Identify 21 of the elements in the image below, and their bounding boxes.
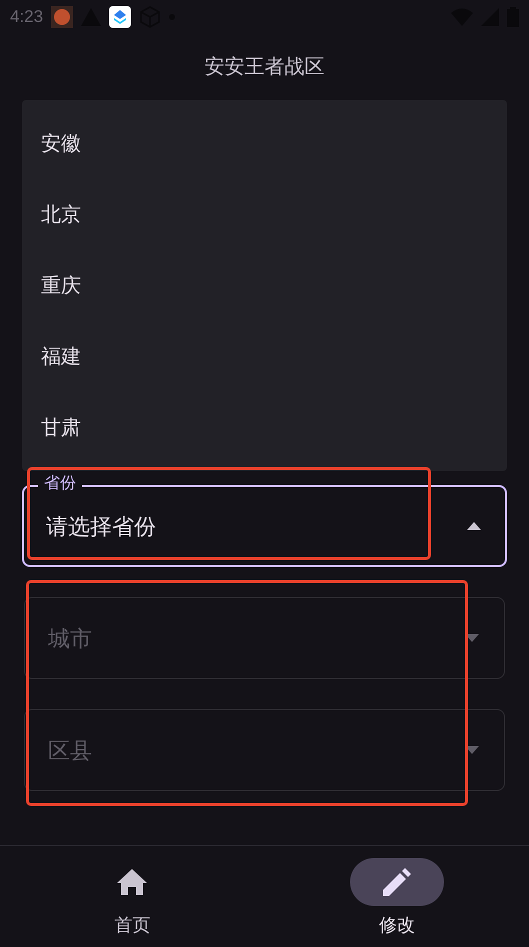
home-icon	[117, 869, 148, 895]
app-icon	[51, 6, 74, 28]
caret-icon	[465, 746, 479, 754]
field-placeholder: 区县	[48, 736, 93, 764]
field-value: 请选择省份	[46, 512, 157, 540]
nav-label: 首页	[114, 914, 150, 937]
caret-icon	[467, 522, 481, 530]
layers-icon	[109, 6, 132, 28]
menu-item[interactable]: 北京	[22, 179, 507, 250]
field-placeholder: 城市	[48, 624, 93, 652]
nav-tab[interactable]: 修改	[264, 846, 529, 947]
menu-item[interactable]: 福建	[22, 321, 507, 392]
pencil-icon	[382, 868, 411, 896]
menu-item[interactable]: 安徽	[22, 108, 507, 179]
caret-icon	[465, 634, 479, 642]
nav-tab[interactable]: 首页	[0, 846, 264, 947]
menu-item[interactable]: 重庆	[22, 250, 507, 321]
nav-label: 修改	[378, 914, 415, 937]
app-title: 安安王者战区	[204, 55, 324, 80]
status-time: 4:23	[10, 6, 44, 28]
menu-item[interactable]: 甘肃	[22, 392, 507, 463]
